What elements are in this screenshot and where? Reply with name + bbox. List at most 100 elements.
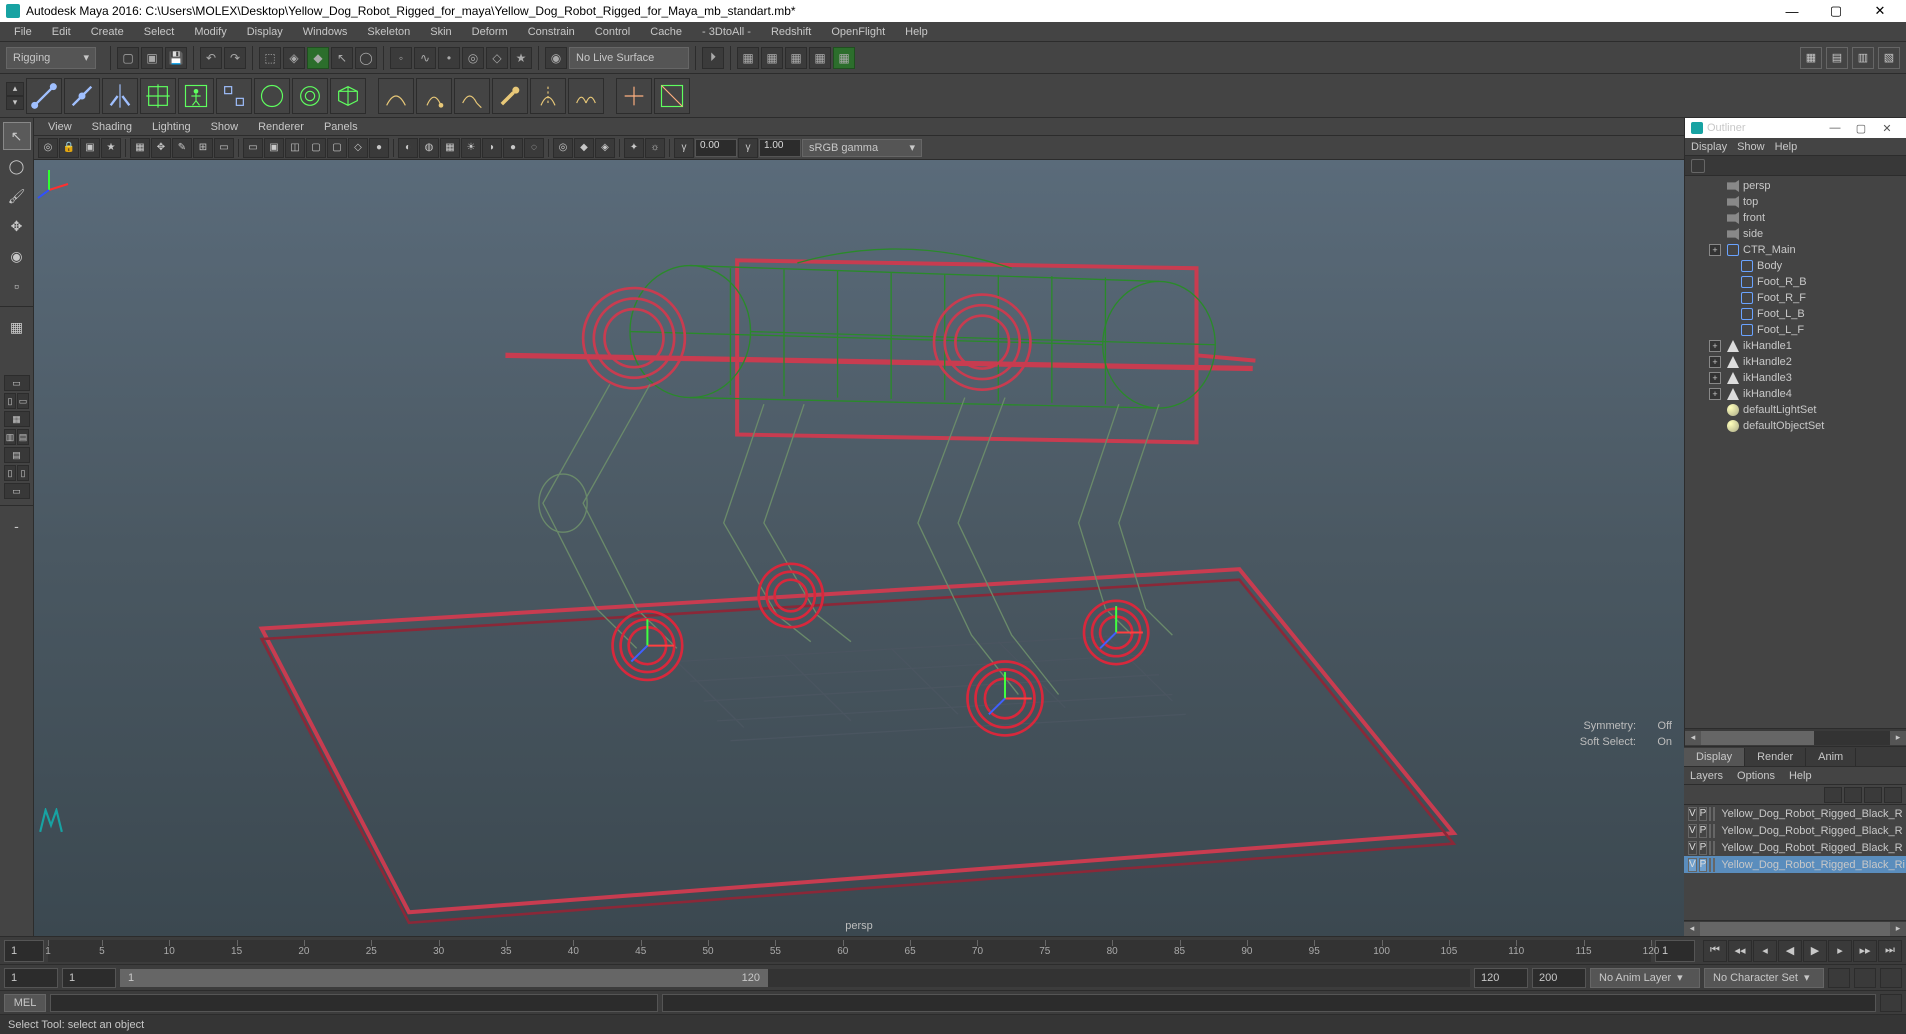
menu-skin[interactable]: Skin xyxy=(422,24,459,40)
move-layer-up-icon[interactable] xyxy=(1864,787,1882,803)
wireframe-shaded-icon[interactable]: ◍ xyxy=(419,138,439,158)
go-to-end-button[interactable]: ⏭ xyxy=(1878,940,1902,962)
layout-2v-icon[interactable]: ▯ xyxy=(4,393,16,409)
humanik-icon[interactable] xyxy=(178,78,214,114)
animation-end-field[interactable]: 200 xyxy=(1532,968,1586,988)
wireframe-icon[interactable]: ◇ xyxy=(348,138,368,158)
bookmarks-icon[interactable]: ★ xyxy=(101,138,121,158)
safe-action-icon[interactable]: ▢ xyxy=(306,138,326,158)
outliner-item-foot_l_f[interactable]: Foot_L_F xyxy=(1685,322,1906,338)
gamma-b-field[interactable]: 1.00 xyxy=(759,139,801,157)
lasso-tool[interactable]: ◯ xyxy=(3,152,31,180)
view-transform-dropdown[interactable]: sRGB gamma▾ xyxy=(802,139,922,157)
snap-point-icon[interactable]: • xyxy=(438,47,460,69)
mirror-skin-weights-icon[interactable] xyxy=(530,78,566,114)
layout-2h-icon[interactable]: ▭ xyxy=(17,393,29,409)
xray-icon[interactable]: ◈ xyxy=(595,138,615,158)
grid-icon[interactable]: ⊞ xyxy=(193,138,213,158)
construction-history-icon[interactable]: ⏵ xyxy=(702,47,724,69)
expand-icon[interactable]: + xyxy=(1709,340,1721,352)
pole-vector-icon[interactable] xyxy=(654,78,690,114)
viewport-menu-lighting[interactable]: Lighting xyxy=(144,120,199,134)
select-tool[interactable]: ↖ xyxy=(3,122,31,150)
layer-tab-render[interactable]: Render xyxy=(1745,748,1806,766)
current-frame-left-field[interactable]: 1 xyxy=(4,940,44,962)
toggle-attribute-editor-icon[interactable]: ▤ xyxy=(1826,47,1848,69)
scroll-right-icon[interactable]: ▸ xyxy=(1890,922,1906,936)
gamma-a-field[interactable]: 0.00 xyxy=(695,139,737,157)
menu-select[interactable]: Select xyxy=(136,24,183,40)
field-chart-icon[interactable]: ◫ xyxy=(285,138,305,158)
menu-openflight[interactable]: OpenFlight xyxy=(823,24,893,40)
playback-prefs-button[interactable] xyxy=(1880,968,1902,988)
layer-playback-toggle[interactable]: P xyxy=(1699,824,1708,838)
outliner-item-ikhandle1[interactable]: +ikHandle1 xyxy=(1685,338,1906,354)
exposure-icon[interactable]: ☼ xyxy=(645,138,665,158)
select-by-hierarchy-icon[interactable]: ⬚ xyxy=(259,47,281,69)
scroll-left-icon[interactable]: ◂ xyxy=(1685,731,1701,745)
layout-4-icon[interactable]: ▦ xyxy=(4,411,30,427)
go-to-start-button[interactable]: ⏮ xyxy=(1703,940,1727,962)
range-slider[interactable]: 1 1 1120 120 200 No Anim Layer▾ No Chara… xyxy=(0,964,1906,990)
save-scene-icon[interactable]: 💾 xyxy=(165,47,187,69)
layer-row[interactable]: VPYellow_Dog_Robot_Rigged_Black_Ri xyxy=(1684,856,1906,873)
workspace-selector[interactable]: Rigging▾ xyxy=(6,47,96,69)
resolution-gate-icon[interactable]: ▭ xyxy=(243,138,263,158)
layer-visibility-toggle[interactable]: V xyxy=(1688,824,1697,838)
viewport-menu-view[interactable]: View xyxy=(40,120,80,134)
layer-playback-toggle[interactable]: P xyxy=(1699,858,1708,872)
layer-menu-options[interactable]: Options xyxy=(1737,770,1775,782)
auto-key-button[interactable] xyxy=(1828,968,1850,988)
layer-visibility-toggle[interactable]: V xyxy=(1688,858,1697,872)
outliner-menu-show[interactable]: Show xyxy=(1737,141,1765,153)
outliner-item-foot_r_b[interactable]: Foot_R_B xyxy=(1685,274,1906,290)
layout-hypershade-icon[interactable]: ▭ xyxy=(4,483,30,499)
outliner-tree[interactable]: persptopfrontside+CTR_MainBodyFoot_R_BFo… xyxy=(1685,176,1906,728)
lattice-icon[interactable] xyxy=(330,78,366,114)
toggle-tool-settings-icon[interactable]: ▥ xyxy=(1852,47,1874,69)
ao-icon[interactable]: ● xyxy=(503,138,523,158)
isolate-select-icon[interactable]: ◆ xyxy=(574,138,594,158)
step-back-key-button[interactable]: ◂◂ xyxy=(1728,940,1752,962)
snap-grid-icon[interactable]: ◦ xyxy=(390,47,412,69)
safe-title-icon[interactable]: ▢ xyxy=(327,138,347,158)
expand-icon[interactable]: + xyxy=(1709,388,1721,400)
outliner-maximize-button[interactable]: ▢ xyxy=(1848,119,1874,137)
gamma-a-icon[interactable]: γ xyxy=(674,138,694,158)
layout-single-icon[interactable]: ▭ xyxy=(4,375,30,391)
layer-hscrollbar[interactable]: ◂ ▸ xyxy=(1684,920,1906,936)
layer-visibility-toggle[interactable]: V xyxy=(1688,807,1697,821)
outliner-item-ikhandle4[interactable]: +ikHandle4 xyxy=(1685,386,1906,402)
range-thumb[interactable]: 1120 xyxy=(120,969,768,987)
gamma-b-icon[interactable]: γ xyxy=(738,138,758,158)
render-view-icon[interactable]: ▦ xyxy=(809,47,831,69)
viewport-menu-renderer[interactable]: Renderer xyxy=(250,120,312,134)
create-layer-icon[interactable] xyxy=(1824,787,1842,803)
menu-help[interactable]: Help xyxy=(897,24,936,40)
time-slider[interactable]: 1 15101520253035404550556065707580859095… xyxy=(0,936,1906,964)
snap-curve-icon[interactable]: ∿ xyxy=(414,47,436,69)
expand-icon[interactable]: + xyxy=(1709,372,1721,384)
joint-tool-icon[interactable] xyxy=(26,78,62,114)
layer-display-type[interactable] xyxy=(1709,807,1711,821)
expand-icon[interactable]: + xyxy=(1709,244,1721,256)
outliner-item-persp[interactable]: persp xyxy=(1685,178,1906,194)
motion-blur-icon[interactable]: ◌ xyxy=(524,138,544,158)
shelf-tab-prev-icon[interactable]: ▴ xyxy=(6,82,24,96)
2d-pan-zoom-icon[interactable]: ✥ xyxy=(151,138,171,158)
maximize-button[interactable]: ▢ xyxy=(1814,0,1858,22)
anim-layer-dropdown[interactable]: No Anim Layer▾ xyxy=(1590,968,1700,988)
paint-skin-weights-icon[interactable] xyxy=(492,78,528,114)
current-frame-right-field[interactable]: 1 xyxy=(1655,940,1695,962)
live-toggle-icon[interactable]: ◉ xyxy=(545,47,567,69)
outliner-item-defaultobjectset[interactable]: defaultObjectSet xyxy=(1685,418,1906,434)
layout-script-icon[interactable]: ▯ xyxy=(17,465,29,481)
new-scene-icon[interactable]: ▢ xyxy=(117,47,139,69)
use-lights-icon[interactable]: ☀ xyxy=(461,138,481,158)
viewport-menu-panels[interactable]: Panels xyxy=(316,120,366,134)
use-default-material-icon[interactable]: ◐ xyxy=(398,138,418,158)
move-tool[interactable]: ✥ xyxy=(3,212,31,240)
smooth-shade-icon[interactable]: ● xyxy=(369,138,389,158)
snap-projected-icon[interactable]: ◎ xyxy=(462,47,484,69)
lock-camera-icon[interactable]: 🔒 xyxy=(59,138,79,158)
